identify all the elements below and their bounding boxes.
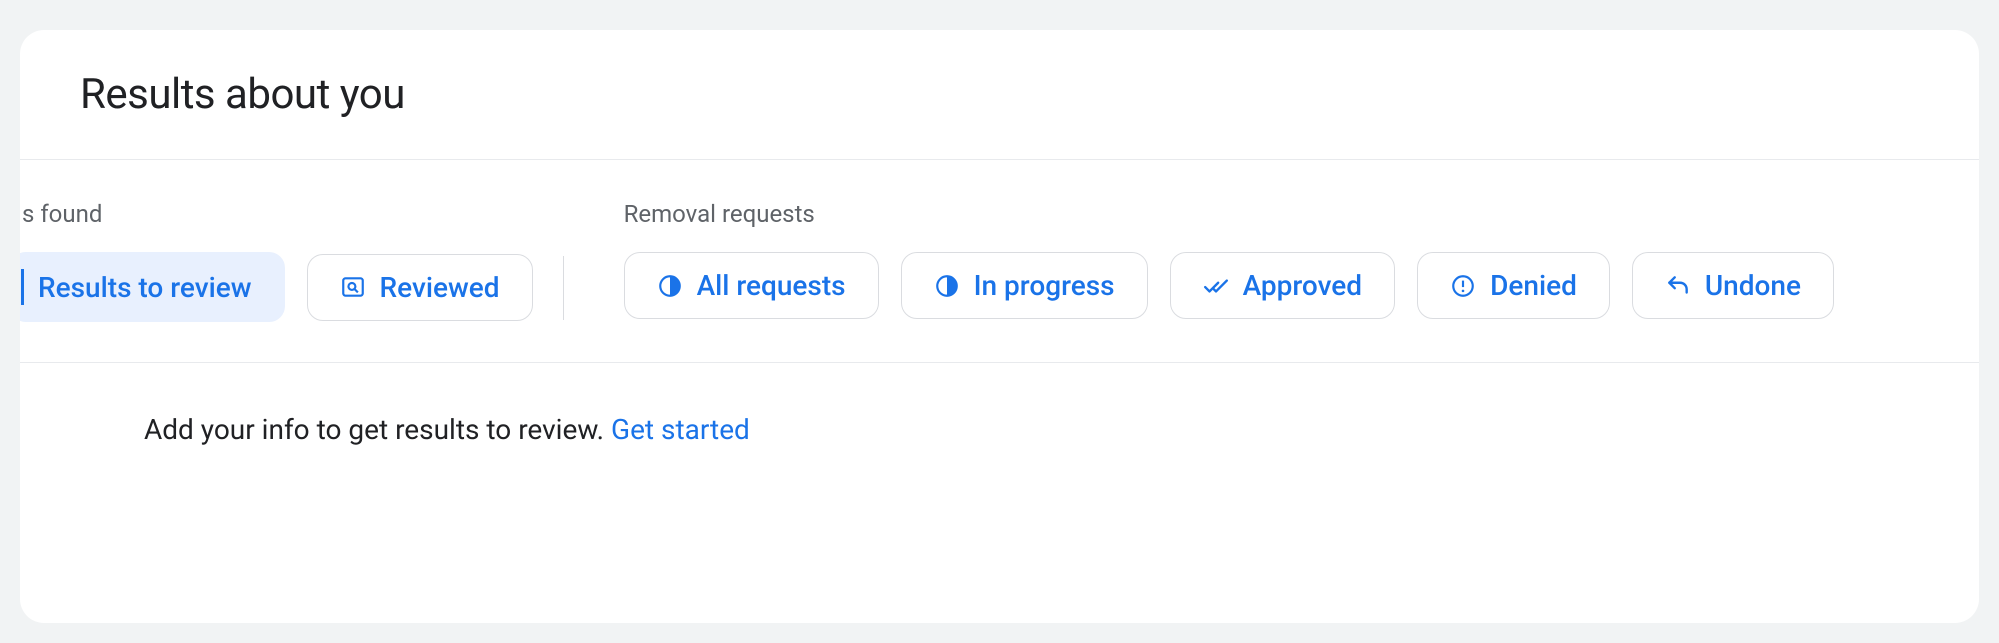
tab-group-results-found: s found Results to review Reviewed bbox=[20, 200, 533, 322]
chip-results-to-review[interactable]: Results to review bbox=[20, 252, 285, 322]
chip-all-requests[interactable]: All requests bbox=[624, 252, 879, 319]
pageview-icon bbox=[340, 274, 366, 300]
chip-label: Denied bbox=[1490, 269, 1577, 302]
header: Results about you bbox=[20, 30, 1979, 160]
results-about-you-card: Results about you s found Results to rev… bbox=[20, 30, 1979, 623]
chip-approved[interactable]: Approved bbox=[1170, 252, 1396, 319]
info-text: Add your info to get results to review. bbox=[144, 413, 611, 446]
group-label-removal: Removal requests bbox=[624, 200, 1834, 228]
chip-reviewed[interactable]: Reviewed bbox=[307, 254, 533, 321]
chip-in-progress[interactable]: In progress bbox=[901, 252, 1148, 319]
undo-icon bbox=[1665, 273, 1691, 299]
group-divider bbox=[563, 256, 564, 320]
chip-label: All requests bbox=[697, 269, 846, 302]
chip-undone[interactable]: Undone bbox=[1632, 252, 1834, 319]
chip-label: Approved bbox=[1243, 269, 1363, 302]
chip-row-results: Results to review Reviewed bbox=[20, 252, 533, 322]
info-row: Add your info to get results to review. … bbox=[20, 363, 1979, 446]
chip-label: Reviewed bbox=[380, 271, 500, 304]
get-started-link[interactable]: Get started bbox=[611, 413, 750, 446]
group-label-results: s found bbox=[20, 200, 533, 228]
double-check-icon bbox=[1203, 273, 1229, 299]
chip-denied[interactable]: Denied bbox=[1417, 252, 1610, 319]
page-title: Results about you bbox=[80, 70, 1979, 119]
progress-icon bbox=[934, 273, 960, 299]
chip-label: Results to review bbox=[38, 271, 252, 304]
tab-group-removal-requests: Removal requests All requests bbox=[624, 200, 1834, 319]
chip-row-removal: All requests In progress bbox=[624, 252, 1834, 319]
chip-label: Undone bbox=[1705, 269, 1801, 302]
alert-circle-icon bbox=[1450, 273, 1476, 299]
progress-icon bbox=[657, 273, 683, 299]
active-indicator-bar bbox=[21, 269, 24, 305]
chip-label: In progress bbox=[974, 269, 1115, 302]
tabs-row: s found Results to review Reviewed bbox=[20, 160, 1979, 363]
